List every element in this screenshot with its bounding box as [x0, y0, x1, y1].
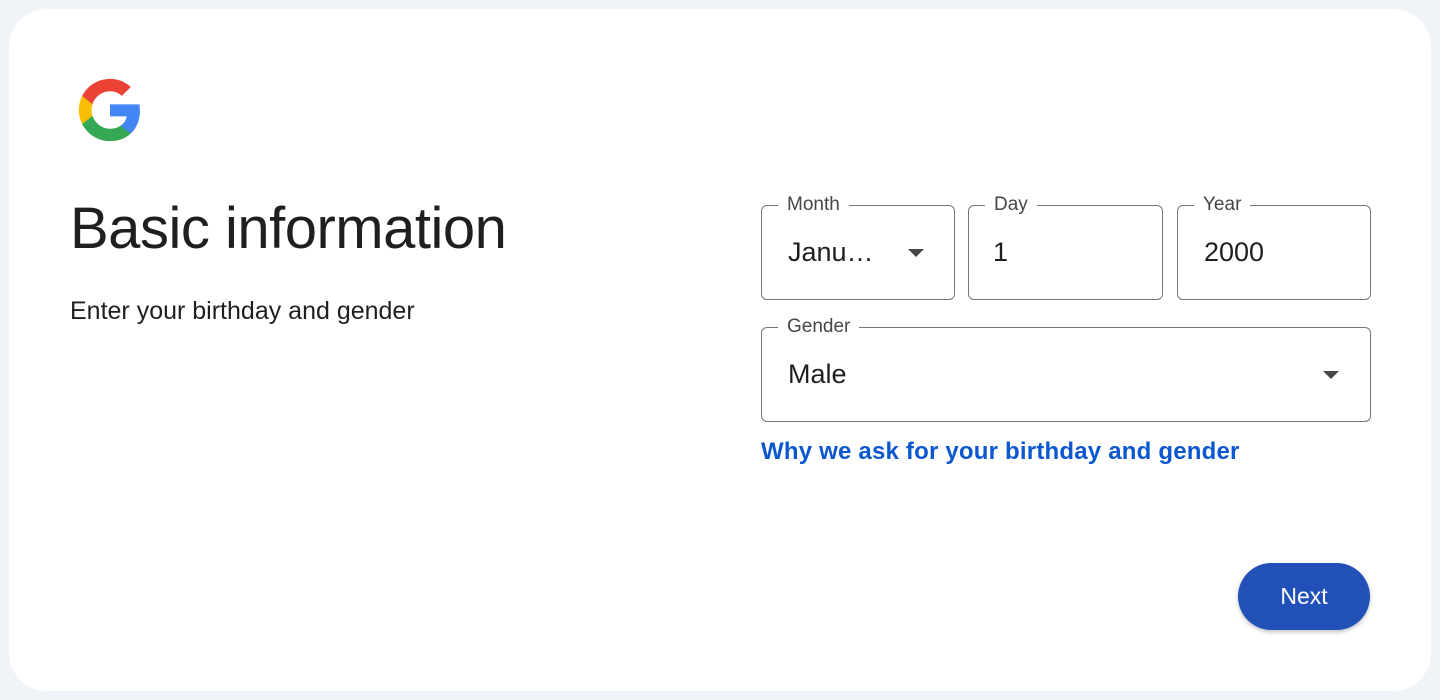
year-value: 2000 — [1204, 237, 1265, 267]
next-button[interactable]: Next — [1238, 563, 1370, 630]
why-we-ask-link[interactable]: Why we ask for your birthday and gender — [761, 438, 1240, 466]
page-subtitle: Enter your birthday and gender — [70, 297, 415, 325]
caret-down-icon — [1323, 370, 1339, 379]
month-select[interactable]: Month Janu… — [761, 194, 955, 300]
gender-value: Male — [788, 359, 847, 389]
day-value: 1 — [993, 237, 1009, 267]
month-value: Janu… — [788, 237, 874, 267]
caret-down-icon — [908, 248, 924, 257]
signup-card: Basic information Enter your birthday an… — [9, 9, 1431, 691]
year-field[interactable]: Year 2000 — [1177, 194, 1371, 300]
day-field[interactable]: Day 1 — [968, 194, 1163, 300]
gender-select[interactable]: Gender Male — [761, 316, 1371, 422]
google-logo-icon — [78, 78, 140, 142]
page-title: Basic information — [70, 196, 507, 261]
